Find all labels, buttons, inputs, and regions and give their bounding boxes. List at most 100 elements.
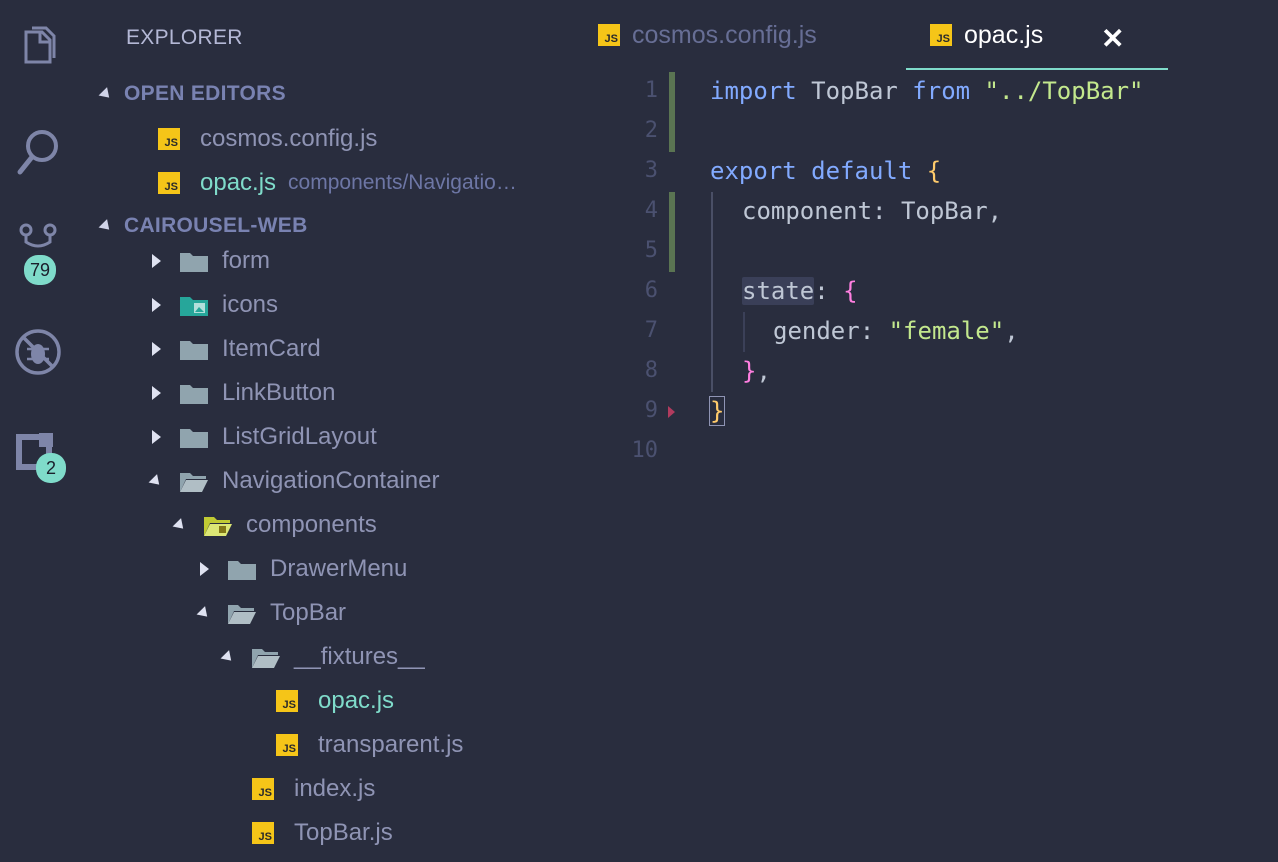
code-line: 1 import TopBar from "../TopBar": [580, 72, 1278, 112]
js-file-icon: JS: [158, 127, 188, 151]
open-editor-label: cosmos.config.js: [200, 125, 378, 152]
collapse-icon: [98, 218, 114, 234]
folder-icon: [180, 337, 210, 361]
collapse-icon: [98, 86, 114, 102]
folder-icon: [180, 249, 210, 273]
line-number: 6: [644, 278, 658, 303]
search-icon[interactable]: [0, 122, 76, 182]
files-icon[interactable]: [0, 20, 76, 80]
code-text: state: {: [742, 277, 858, 305]
tree-item-linkbutton[interactable]: LinkButton: [146, 373, 335, 413]
tree-item-fixtures[interactable]: __fixtures__: [218, 637, 425, 677]
tree-item-label: ItemCard: [222, 335, 321, 362]
line-number: 10: [631, 438, 659, 463]
code-line: 7 gender: "female",: [580, 312, 1278, 352]
git-modified-marker: [669, 232, 675, 272]
tree-item-navigationcontainer[interactable]: NavigationContainer: [146, 461, 439, 501]
tree-item-topbar[interactable]: TopBar: [194, 593, 346, 633]
tree-item-label: components: [246, 511, 377, 538]
tree-item-form[interactable]: form: [146, 241, 270, 281]
open-editor-item[interactable]: JS opac.js components/Navigatio…: [158, 163, 517, 203]
tab-opac[interactable]: JS opac.js: [930, 0, 1043, 70]
chevron-right-icon: [146, 339, 166, 359]
tree-item-topbar-js[interactable]: JS TopBar.js: [252, 813, 393, 853]
git-modified-marker: [669, 72, 675, 112]
js-file-icon: JS: [276, 733, 306, 757]
tree-item-itemcard[interactable]: ItemCard: [146, 329, 321, 369]
open-editors-header[interactable]: OPEN EDITORS: [98, 82, 286, 106]
chevron-down-icon: [146, 471, 166, 491]
js-file-icon: JS: [930, 24, 952, 46]
code-text: gender: "female",: [773, 317, 1019, 345]
chevron-right-icon: [146, 295, 166, 315]
explorer-sidebar: EXPLORER OPEN EDITORS JS cosmos.config.j…: [76, 0, 580, 862]
extensions-badge: 2: [36, 453, 66, 483]
scm-badge: 79: [24, 255, 57, 285]
tree-item-components[interactable]: components: [170, 505, 377, 545]
line-number: 7: [644, 318, 658, 343]
git-modified-marker: [669, 112, 675, 152]
code-line: 10: [580, 432, 1278, 472]
tree-item-listgridlayout[interactable]: ListGridLayout: [146, 417, 377, 457]
tree-item-drawermenu[interactable]: DrawerMenu: [194, 549, 407, 589]
open-editors-label: OPEN EDITORS: [124, 82, 286, 105]
code-text: import TopBar from "../TopBar": [710, 77, 1144, 105]
line-number: 2: [644, 118, 658, 143]
code-line: 3 export default {: [580, 152, 1278, 192]
tab-cosmos-config[interactable]: JS cosmos.config.js: [598, 0, 817, 70]
tree-item-index-js[interactable]: JS index.js: [252, 769, 375, 809]
code-line: 2: [580, 112, 1278, 152]
tree-item-label: ListGridLayout: [222, 423, 377, 450]
active-tab-indicator: [906, 68, 1168, 70]
tree-item-transparent-js[interactable]: JS transparent.js: [276, 725, 463, 765]
folder-components-icon: [204, 513, 234, 537]
line-number: 1: [644, 78, 658, 103]
chevron-right-icon: [146, 251, 166, 271]
debug-icon[interactable]: [0, 322, 76, 382]
tree-item-opac-js[interactable]: JS opac.js: [276, 681, 394, 721]
chevron-right-icon: [146, 383, 166, 403]
folder-open-icon: [228, 601, 258, 625]
tab-label: opac.js: [964, 20, 1044, 49]
tree-item-label: form: [222, 247, 270, 274]
line-number: 9: [644, 398, 658, 423]
tree-item-label: index.js: [294, 775, 376, 802]
tree-item-label: TopBar.js: [294, 819, 393, 846]
folder-open-icon: [252, 645, 282, 669]
folder-icon: [180, 381, 210, 405]
tree-item-label: NavigationContainer: [222, 467, 440, 494]
tab-label: cosmos.config.js: [632, 20, 817, 49]
js-file-icon: JS: [252, 821, 282, 845]
js-file-icon: JS: [158, 171, 188, 195]
tree-item-label: __fixtures__: [294, 643, 425, 670]
code-text: export default {: [710, 157, 942, 185]
editor-tabs: JS cosmos.config.js JS opac.js ✕: [580, 0, 1278, 70]
line-number: 8: [644, 358, 658, 383]
tree-item-label: icons: [222, 291, 279, 318]
code-line: 8 },: [580, 352, 1278, 392]
folder-icon: [228, 557, 258, 581]
chevron-down-icon: [194, 603, 214, 623]
code-line: 5: [580, 232, 1278, 272]
folder-icon: [180, 425, 210, 449]
fold-indicator-icon[interactable]: [668, 406, 675, 418]
code-line: 9 }: [580, 392, 1278, 432]
explorer-title: EXPLORER: [126, 26, 243, 49]
project-label: CAIROUSEL-WEB: [124, 214, 308, 237]
tree-item-label: LinkButton: [222, 379, 336, 406]
code-text: component: TopBar,: [742, 197, 1003, 225]
chevron-down-icon: [218, 647, 238, 667]
editor-area: JS cosmos.config.js JS opac.js ✕ 1 impor…: [580, 0, 1278, 862]
js-file-icon: JS: [252, 777, 282, 801]
tree-item-icons[interactable]: icons: [146, 285, 278, 325]
open-editor-item[interactable]: JS cosmos.config.js: [158, 119, 377, 159]
code-text: },: [742, 357, 771, 385]
tree-item-label: TopBar: [270, 599, 347, 626]
close-tab-icon[interactable]: ✕: [1101, 22, 1124, 55]
code-text: }: [708, 396, 726, 426]
open-editor-path: components/Navigatio…: [288, 171, 517, 194]
js-file-icon: JS: [598, 24, 620, 46]
open-editor-label: opac.js: [200, 169, 277, 196]
line-number: 3: [644, 158, 658, 183]
project-header[interactable]: CAIROUSEL-WEB: [98, 214, 308, 238]
